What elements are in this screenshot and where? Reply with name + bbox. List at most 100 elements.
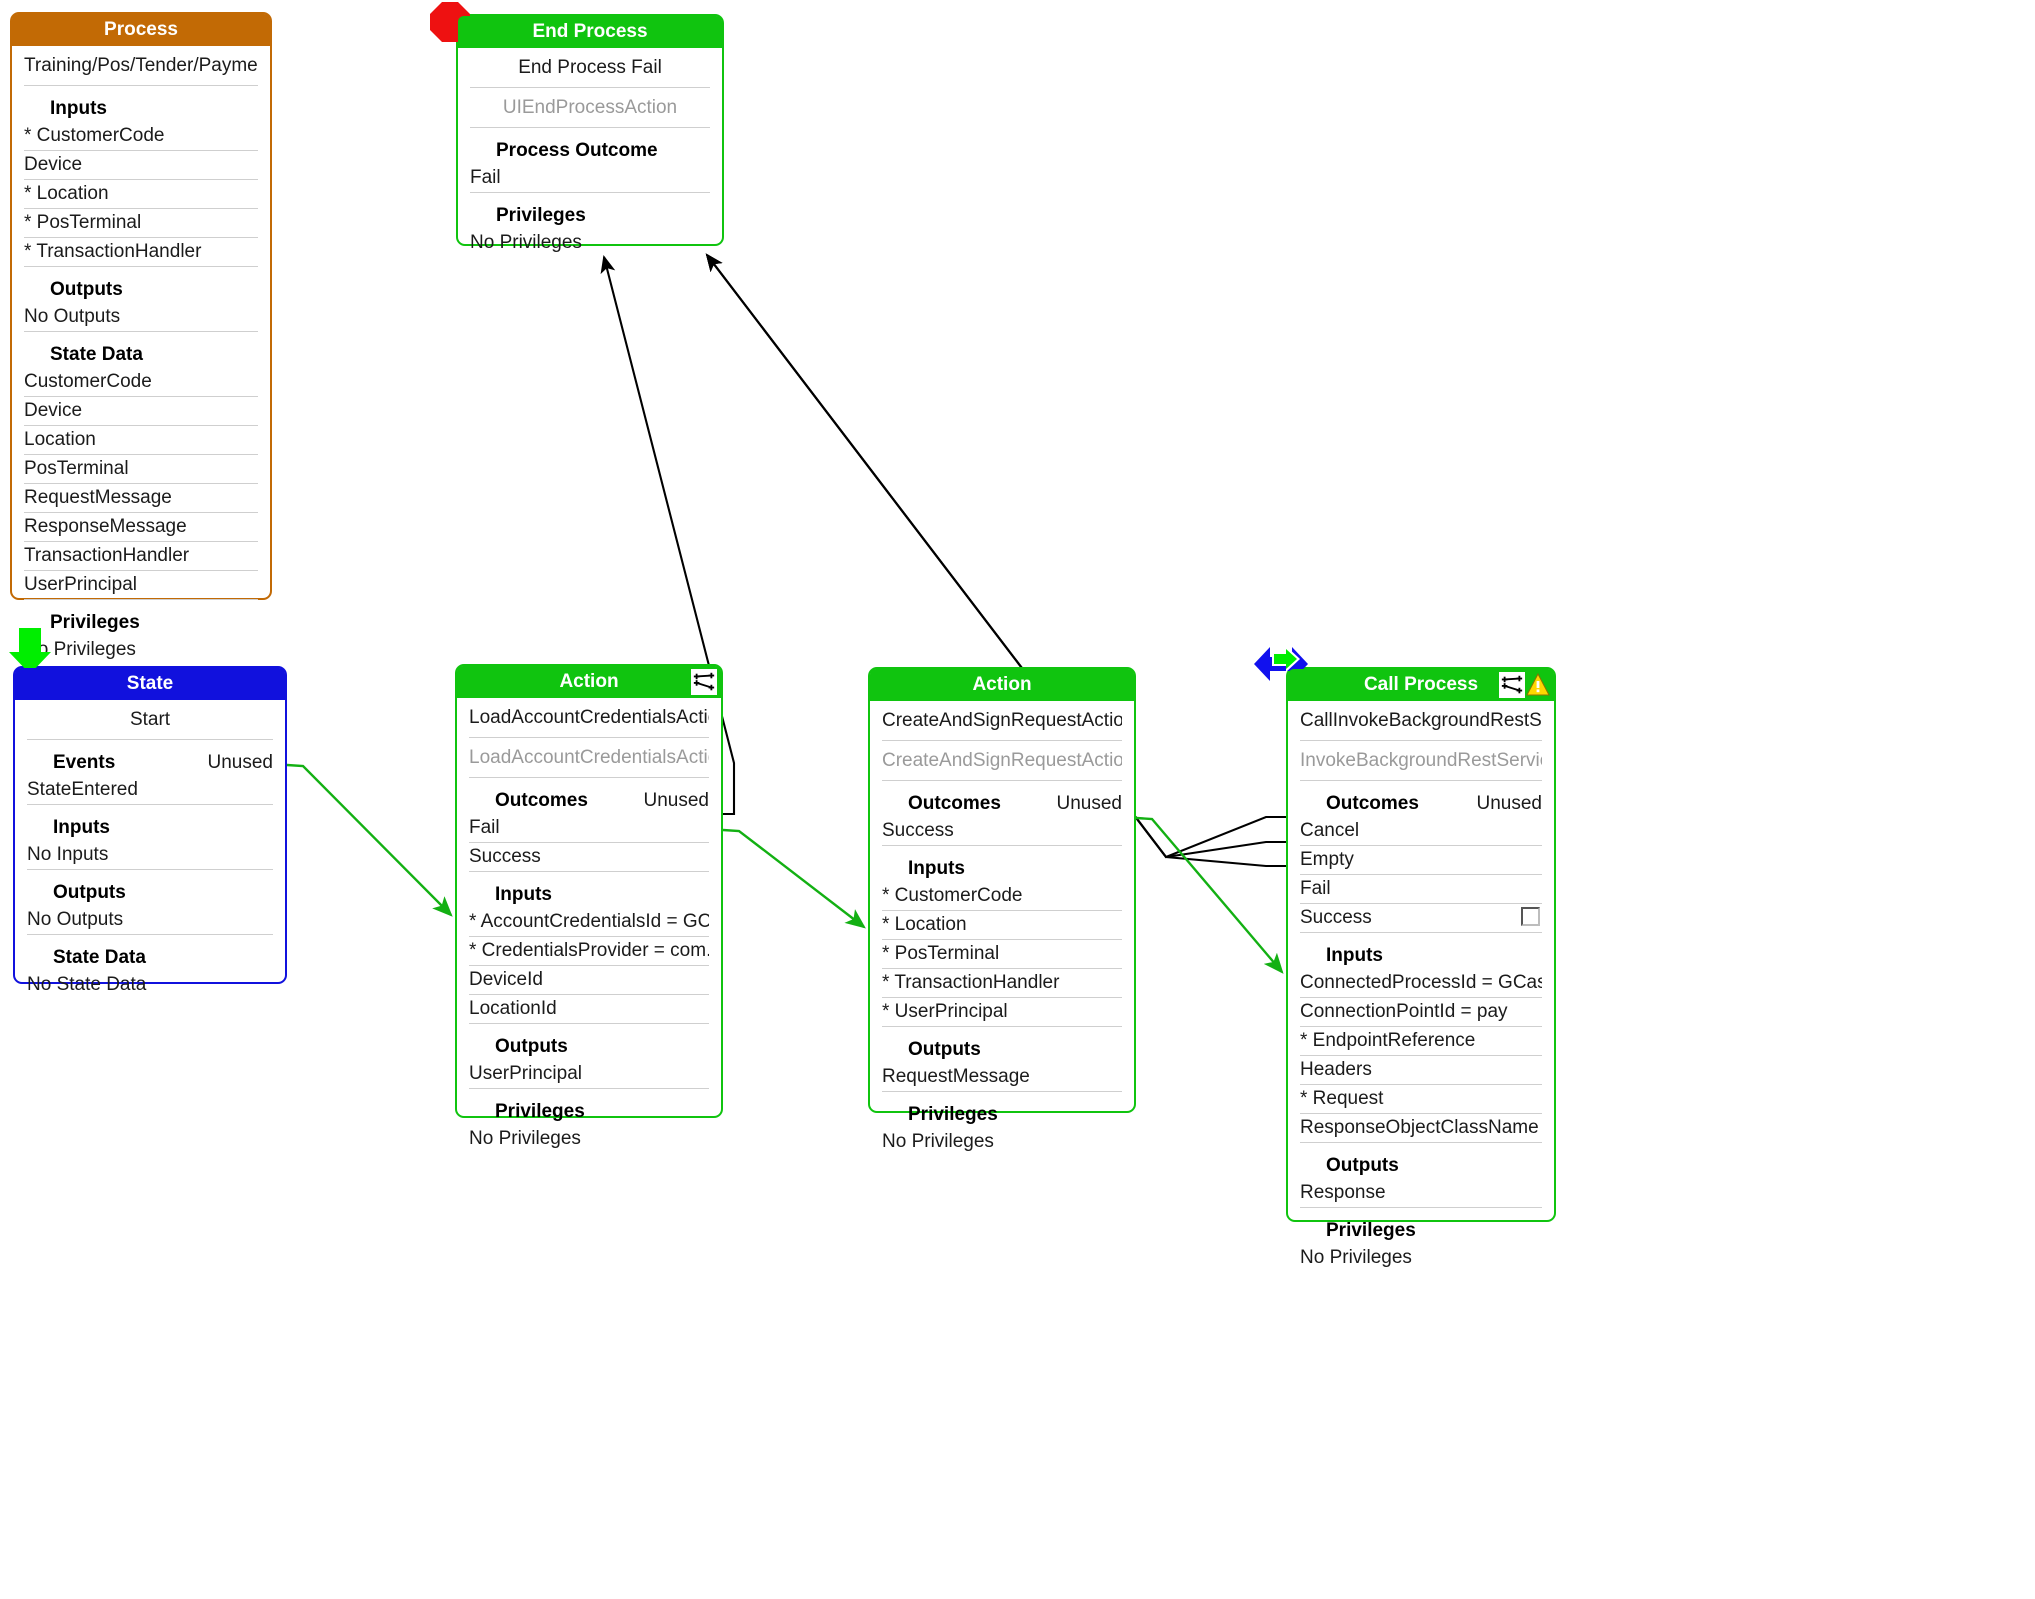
- state-events-section-header: Events Unused: [53, 752, 274, 773]
- list-item[interactable]: RequestMessage: [24, 484, 258, 513]
- list-item[interactable]: Response: [1300, 1179, 1542, 1207]
- state-node-header-label: State: [126, 673, 174, 694]
- end-process-node-body: End Process Fail UIEndProcessAction Proc…: [458, 48, 722, 269]
- list-item[interactable]: * CredentialsProvider = com.enac...: [469, 937, 709, 966]
- list-item[interactable]: * EndpointReference: [1300, 1027, 1542, 1056]
- list-item[interactable]: Device: [24, 151, 258, 180]
- process-statedata-list: CustomerCode Device Location PosTerminal…: [24, 368, 258, 600]
- action2-outputs-section-header: Outputs: [908, 1039, 981, 1060]
- list-item[interactable]: ConnectionPointId = pay: [1300, 998, 1542, 1027]
- end-process-node-header: End Process: [458, 16, 722, 48]
- list-item[interactable]: Fail: [470, 164, 710, 192]
- list-item[interactable]: Device: [24, 397, 258, 426]
- graph-nodes-icon[interactable]: [1499, 672, 1525, 698]
- list-item[interactable]: Success: [882, 817, 1122, 845]
- process-inputs-section-header: Inputs: [50, 98, 107, 119]
- action1-header-icons: [691, 669, 717, 695]
- list-item[interactable]: Location: [24, 426, 258, 455]
- state-title: Start: [27, 700, 273, 740]
- call-process-inputs-list: ConnectedProcessId = GCash ConnectionPoi…: [1300, 969, 1542, 1143]
- action1-node-body: LoadAccountCredentialsAction LoadAccount…: [457, 698, 721, 1165]
- action2-outcomes-section-header: Outcomes Unused: [908, 793, 1122, 814]
- action1-privileges-section-header: Privileges: [495, 1101, 585, 1122]
- call-process-title: CallInvokeBackgroundRestService: [1300, 701, 1542, 741]
- edge-action1-to-action2: [722, 828, 866, 929]
- list-item: No Outputs: [27, 909, 124, 930]
- action2-inputs-list: * CustomerCode * Location * PosTerminal …: [882, 882, 1122, 1027]
- process-path: Training/Pos/Tender/PaymentServ...: [24, 46, 258, 86]
- list-item[interactable]: * PosTerminal: [882, 940, 1122, 969]
- action2-privileges-section-header: Privileges: [908, 1104, 998, 1125]
- list-item[interactable]: * Request: [1300, 1085, 1542, 1114]
- state-inputs-list: No Inputs: [27, 841, 273, 870]
- list-item[interactable]: Success: [1300, 904, 1542, 932]
- list-item[interactable]: RequestMessage: [882, 1063, 1122, 1091]
- call-process-node-header: Call Process: [1288, 669, 1554, 701]
- list-item[interactable]: UserPrincipal: [24, 571, 258, 599]
- action1-node-header: Action: [457, 666, 721, 698]
- list-item[interactable]: Cancel: [1300, 817, 1542, 846]
- call-process-outcomes-list: Cancel Empty Fail Success: [1300, 817, 1542, 933]
- action2-outcomes-list: Success: [882, 817, 1122, 846]
- list-item: No Privileges: [469, 1128, 581, 1149]
- process-node-header-label: Process: [104, 19, 178, 40]
- success-checkbox[interactable]: [1521, 907, 1540, 926]
- list-item[interactable]: Empty: [1300, 846, 1542, 875]
- list-item[interactable]: ResponseObjectClassName = co...: [1300, 1114, 1542, 1142]
- action2-outputs-list: RequestMessage: [882, 1063, 1122, 1092]
- process-node[interactable]: Process Training/Pos/Tender/PaymentServ.…: [10, 12, 272, 660]
- list-item: No Inputs: [27, 844, 109, 865]
- list-item[interactable]: CustomerCode: [24, 368, 258, 397]
- action1-node-header-label: Action: [559, 671, 619, 692]
- list-item[interactable]: Fail: [469, 814, 709, 843]
- list-item[interactable]: * CustomerCode: [882, 882, 1122, 911]
- end-process-outcome-section-header: Process Outcome: [496, 140, 658, 161]
- list-item[interactable]: Headers: [1300, 1056, 1542, 1085]
- state-events-note: Unused: [207, 752, 274, 773]
- list-item[interactable]: PosTerminal: [24, 455, 258, 484]
- list-item[interactable]: Fail: [1300, 875, 1542, 904]
- process-node-body: Training/Pos/Tender/PaymentServ... Input…: [12, 46, 270, 676]
- list-item[interactable]: TransactionHandler: [24, 542, 258, 571]
- list-item[interactable]: * UserPrincipal: [882, 998, 1122, 1026]
- call-process-node[interactable]: Call Process CallInvokeBackgroundRestS I…: [1254, 646, 1556, 1268]
- action2-node-body: CreateAndSignRequestAction CreateAndSign…: [870, 701, 1134, 1168]
- list-item[interactable]: * Location: [882, 911, 1122, 940]
- process-node-header: Process: [12, 14, 270, 46]
- end-process-node[interactable]: End Process End Process Fail UIEndProces…: [430, 2, 724, 253]
- list-item[interactable]: * TransactionHandler: [882, 969, 1122, 998]
- list-item[interactable]: * AccountCredentialsId = GCASH...: [469, 908, 709, 937]
- warning-triangle-icon[interactable]: [1526, 673, 1550, 697]
- list-item[interactable]: ResponseMessage: [24, 513, 258, 542]
- list-item: No Privileges: [1300, 1247, 1412, 1268]
- list-item[interactable]: LocationId: [469, 995, 709, 1023]
- list-item[interactable]: * CustomerCode: [24, 122, 258, 151]
- list-item[interactable]: UserPrincipal: [469, 1060, 709, 1088]
- state-node-body: Start Events Unused StateEntered Inputs …: [15, 700, 285, 1011]
- edge-action2-to-callprocess: [1135, 816, 1284, 974]
- state-outputs-list: No Outputs: [27, 906, 273, 935]
- list-item: No Privileges: [24, 639, 136, 660]
- list-item[interactable]: DeviceId: [469, 966, 709, 995]
- action1-outputs-list: UserPrincipal: [469, 1060, 709, 1089]
- call-process-inputs-section-header: Inputs: [1326, 945, 1383, 966]
- call-process-outputs-list: Response: [1300, 1179, 1542, 1208]
- diagram-canvas: Process Training/Pos/Tender/PaymentServ.…: [0, 0, 2035, 1599]
- graph-nodes-icon[interactable]: [691, 669, 717, 695]
- action1-outputs-section-header: Outputs: [495, 1036, 568, 1057]
- state-inputs-section-header: Inputs: [53, 817, 110, 838]
- list-item[interactable]: * TransactionHandler: [24, 238, 258, 266]
- state-node[interactable]: State Start Events Unused StateEntered I…: [9, 628, 287, 995]
- process-privileges-section-header: Privileges: [50, 612, 140, 633]
- list-item[interactable]: * PosTerminal: [24, 209, 258, 238]
- list-item[interactable]: Success: [469, 843, 709, 871]
- edge-state-to-action1: [286, 763, 453, 917]
- list-item[interactable]: ConnectedProcessId = GCash: [1300, 969, 1542, 998]
- list-item: No Privileges: [470, 232, 582, 253]
- list-item[interactable]: StateEntered: [27, 776, 273, 804]
- action-node-load-account-credentials[interactable]: Action LoadAccountCredentialsAction Load…: [455, 664, 723, 1149]
- call-process-header-icons: [1499, 672, 1550, 698]
- action-node-create-and-sign-request[interactable]: Action CreateAndSignRequestAction Create…: [868, 667, 1136, 1152]
- state-node-header: State: [15, 668, 285, 700]
- list-item[interactable]: * Location: [24, 180, 258, 209]
